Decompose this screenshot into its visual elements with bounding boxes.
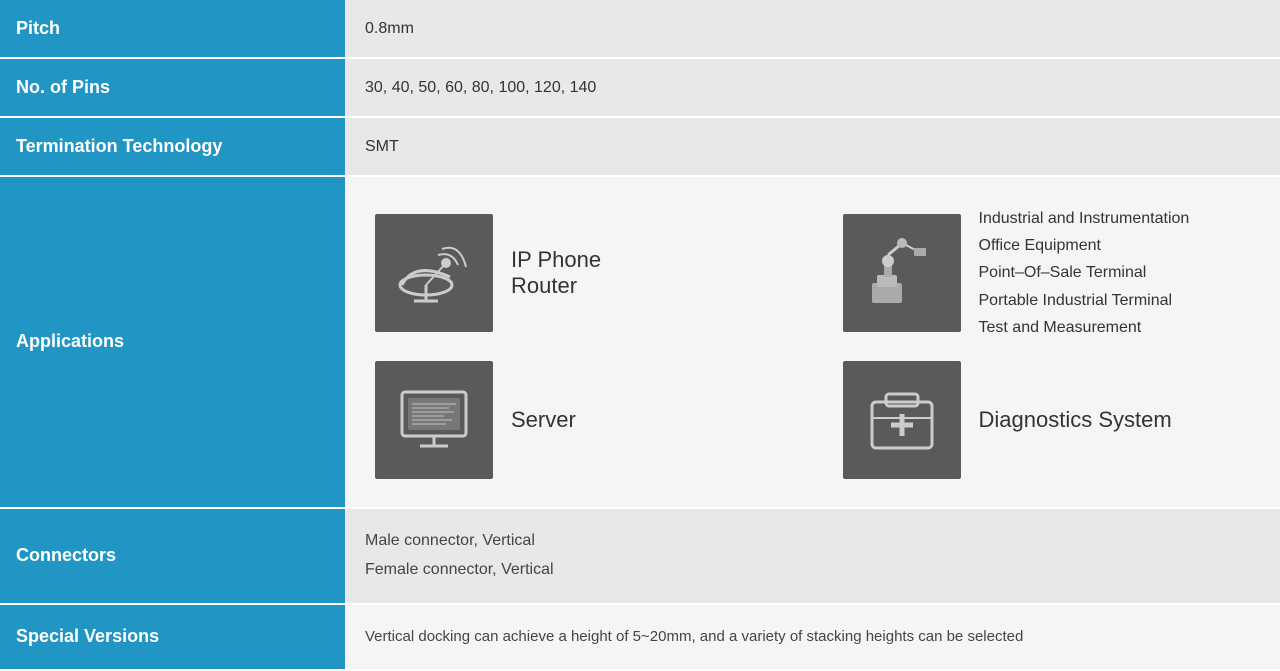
termination-row: Termination Technology SMT [0, 117, 1280, 176]
termination-value: SMT [345, 117, 1280, 176]
diagnostics-label: Diagnostics System [979, 407, 1172, 433]
spec-table: Pitch 0.8mm No. of Pins 30, 40, 50, 60, … [0, 0, 1280, 671]
pitch-row: Pitch 0.8mm [0, 0, 1280, 58]
app-item-industrial: Industrial and Instrumentation Office Eq… [843, 205, 1251, 341]
connectors-label: Connectors [0, 508, 345, 604]
connectors-value: Male connector, Vertical Female connecto… [345, 508, 1280, 604]
diagnostics-icon [843, 361, 961, 479]
pitch-value: 0.8mm [345, 0, 1280, 58]
apps-grid: IP PhoneRouter [375, 205, 1250, 479]
satellite-icon [375, 214, 493, 332]
iphone-label: IP PhoneRouter [511, 247, 601, 299]
applications-content: IP PhoneRouter [345, 176, 1280, 508]
pitch-label: Pitch [0, 0, 345, 58]
connector-value2: Female connector, Vertical [365, 561, 554, 578]
termination-label: Termination Technology [0, 117, 345, 176]
pins-value: 30, 40, 50, 60, 80, 100, 120, 140 [345, 58, 1280, 117]
server-icon-img [375, 361, 493, 479]
special-versions-value: Vertical docking can achieve a height of… [345, 604, 1280, 670]
app-item-server: Server [375, 361, 783, 479]
special-versions-label: Special Versions [0, 604, 345, 670]
app-item-iphone: IP PhoneRouter [375, 205, 783, 341]
connector-value1: Male connector, Vertical [365, 532, 535, 549]
applications-row: Applications [0, 176, 1280, 508]
server-label: Server [511, 407, 576, 433]
pins-row: No. of Pins 30, 40, 50, 60, 80, 100, 120… [0, 58, 1280, 117]
industrial-icon [843, 214, 961, 332]
pins-label: No. of Pins [0, 58, 345, 117]
app-item-diagnostics: Diagnostics System [843, 361, 1251, 479]
applications-label: Applications [0, 176, 345, 508]
special-versions-row: Special Versions Vertical docking can ac… [0, 604, 1280, 670]
connectors-row: Connectors Male connector, Vertical Fema… [0, 508, 1280, 604]
industrial-label: Industrial and Instrumentation Office Eq… [979, 205, 1190, 341]
